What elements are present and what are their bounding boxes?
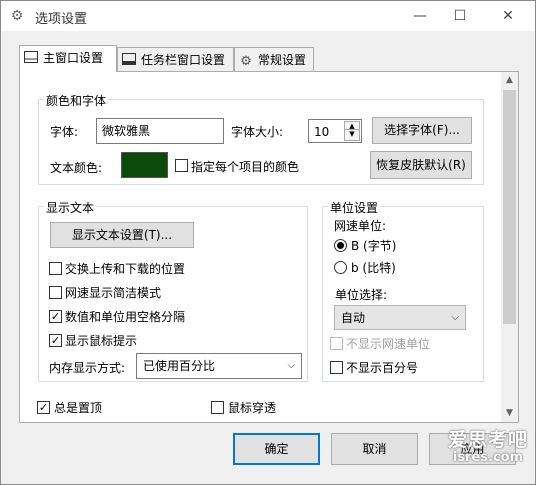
title-bar[interactable]: ⚙ 选项设置 — ☐ ✕ bbox=[1, 1, 535, 31]
always-on-top-checkbox[interactable]: ✓ bbox=[37, 401, 50, 414]
font-name-field[interactable]: 微软雅黑 bbox=[96, 118, 224, 144]
tab-general[interactable]: ⚙ 常规设置 bbox=[234, 47, 314, 71]
mouse-tooltip-checkbox[interactable]: ✓ bbox=[49, 334, 62, 347]
text-color-swatch[interactable] bbox=[121, 152, 168, 178]
window-title: 选项设置 bbox=[35, 12, 88, 27]
speed-unit-label: 网速单位: bbox=[334, 219, 387, 233]
ok-button[interactable]: 确定 bbox=[233, 433, 320, 465]
swap-up-down-label: 交换上传和下载的位置 bbox=[65, 262, 186, 276]
restore-skin-default-button[interactable]: 恢复皮肤默认(R) bbox=[370, 151, 472, 179]
gear-icon: ⚙ bbox=[10, 8, 24, 24]
unit-bit-radio[interactable] bbox=[334, 261, 347, 274]
tab-label: 任务栏窗口设置 bbox=[141, 53, 226, 67]
hide-speed-unit-checkbox[interactable] bbox=[330, 337, 343, 350]
font-label: 字体: bbox=[50, 125, 79, 139]
unit-select[interactable]: 自动 ⌵ bbox=[334, 305, 466, 330]
choose-font-button[interactable]: 选择字体(F)... bbox=[372, 117, 472, 144]
memory-display-select[interactable]: 已使用百分比 ⌵ bbox=[136, 353, 302, 379]
vertical-scrollbar[interactable]: ▲ ▼ bbox=[501, 72, 518, 422]
swap-up-down-checkbox[interactable] bbox=[49, 262, 62, 275]
display-text-title: 显示文本 bbox=[44, 199, 97, 216]
font-size-value: 10 bbox=[314, 125, 330, 139]
font-size-label: 字体大小: bbox=[231, 125, 284, 139]
text-color-label: 文本颜色: bbox=[50, 161, 103, 175]
partial-checkbox[interactable] bbox=[37, 422, 50, 423]
tab-main-window[interactable]: 主窗口设置 bbox=[19, 45, 117, 72]
font-size-stepper[interactable]: 10 ▲ ▼ bbox=[308, 119, 362, 143]
stepper-down-icon[interactable]: ▼ bbox=[344, 129, 360, 141]
tab-label: 主窗口设置 bbox=[43, 51, 104, 65]
unit-byte-label: B (字节) bbox=[351, 239, 397, 253]
gear-icon: ⚙ bbox=[240, 54, 252, 69]
unit-bit-label: b (比特) bbox=[351, 261, 396, 275]
display-text-settings-button[interactable]: 显示文本设置(T)... bbox=[50, 222, 194, 248]
mouse-through-label: 鼠标穿透 bbox=[228, 401, 277, 415]
always-on-top-label: 总是置顶 bbox=[54, 401, 103, 415]
chevron-down-icon: ⌵ bbox=[451, 312, 459, 323]
hide-percent-label: 不显示百分号 bbox=[346, 361, 419, 375]
scroll-down-icon[interactable]: ▼ bbox=[501, 405, 518, 422]
apply-button[interactable]: 应用 bbox=[429, 433, 516, 465]
simple-mode-label: 网速显示简洁模式 bbox=[65, 286, 162, 300]
tab-taskbar-window[interactable]: 任务栏窗口设置 bbox=[117, 47, 234, 71]
maximize-icon[interactable]: ☐ bbox=[437, 1, 483, 31]
scroll-up-icon[interactable]: ▲ bbox=[501, 72, 518, 89]
unit-byte-radio[interactable] bbox=[334, 239, 347, 252]
space-separator-checkbox[interactable]: ✓ bbox=[49, 310, 62, 323]
chevron-down-icon: ⌵ bbox=[287, 360, 295, 371]
taskbar-icon bbox=[122, 49, 136, 65]
mouse-tooltip-label: 显示鼠标提示 bbox=[65, 334, 138, 348]
hide-speed-unit-label: 不显示网速单位 bbox=[346, 337, 431, 351]
cancel-button[interactable]: 取消 bbox=[331, 433, 418, 465]
color-font-title: 颜色和字体 bbox=[44, 92, 109, 109]
space-separator-label: 数值和单位用空格分隔 bbox=[65, 310, 186, 324]
hide-percent-checkbox[interactable] bbox=[330, 361, 343, 374]
memory-display-label: 内存显示方式: bbox=[49, 361, 126, 375]
close-icon[interactable]: ✕ bbox=[485, 1, 531, 31]
per-item-color-label: 指定每个项目的颜色 bbox=[191, 160, 300, 174]
per-item-color-checkbox[interactable] bbox=[175, 159, 188, 172]
memory-display-value: 已使用百分比 bbox=[143, 359, 216, 373]
scrollbar-thumb[interactable] bbox=[503, 90, 516, 324]
simple-mode-checkbox[interactable] bbox=[49, 286, 62, 299]
unit-select-value: 自动 bbox=[341, 311, 366, 325]
partial-checkbox[interactable] bbox=[211, 422, 224, 423]
tab-panel-main-window: 颜色和字体 字体: 微软雅黑 字体大小: 10 ▲ ▼ 选择字体(F)... 文… bbox=[19, 71, 519, 423]
tab-label: 常规设置 bbox=[258, 53, 307, 67]
window-icon bbox=[24, 47, 38, 63]
options-dialog: ⚙ 选项设置 — ☐ ✕ 主窗口设置 任务栏窗口设置 ⚙ 常规设置 颜色和字体 字… bbox=[0, 0, 536, 485]
unit-settings-title: 单位设置 bbox=[328, 199, 381, 216]
unit-select-label: 单位选择: bbox=[335, 288, 388, 302]
mouse-through-checkbox[interactable] bbox=[211, 401, 224, 414]
